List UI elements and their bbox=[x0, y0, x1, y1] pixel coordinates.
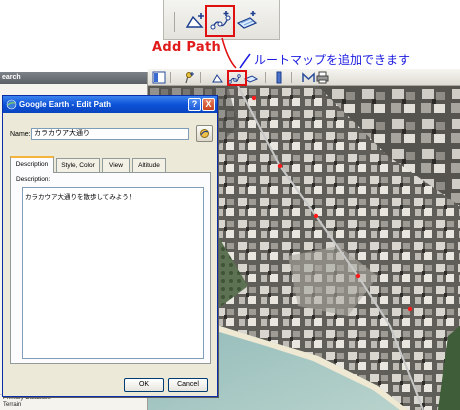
add-polygon-icon[interactable] bbox=[184, 9, 206, 33]
name-field[interactable]: カラカウア大通り bbox=[31, 128, 189, 140]
ruler-icon[interactable] bbox=[275, 71, 283, 84]
tab-view[interactable]: View bbox=[102, 158, 130, 172]
description-textarea[interactable]: カラカウア大通りを散歩してみよう！ bbox=[22, 187, 204, 359]
sidebar-toggle-icon[interactable] bbox=[152, 71, 166, 84]
path-icon-button[interactable] bbox=[196, 125, 213, 142]
dialog-titlebar[interactable]: Google Earth - Edit Path ? X bbox=[3, 96, 217, 113]
add-image-overlay-icon[interactable] bbox=[236, 9, 258, 33]
route-point[interactable] bbox=[313, 213, 319, 219]
help-button[interactable]: ? bbox=[188, 98, 201, 111]
tab-style-color[interactable]: Style, Color bbox=[56, 158, 100, 172]
main-toolbar bbox=[148, 69, 460, 86]
toolbar-separator bbox=[265, 72, 266, 83]
layer-item[interactable]: Terrain bbox=[0, 402, 147, 409]
toolbar-separator bbox=[174, 12, 175, 32]
route-point[interactable] bbox=[355, 273, 361, 279]
route-point[interactable] bbox=[407, 306, 413, 312]
print-icon[interactable] bbox=[316, 71, 329, 84]
description-label: Description: bbox=[16, 176, 51, 183]
toolbar-separator bbox=[170, 72, 171, 83]
route-map-caption: ルートマップを追加できます bbox=[254, 53, 411, 67]
path-style-icon bbox=[200, 129, 209, 138]
google-earth-icon bbox=[6, 99, 17, 110]
zoomed-path-highlight bbox=[205, 5, 235, 37]
route-point[interactable] bbox=[277, 163, 283, 169]
close-button[interactable]: X bbox=[202, 98, 215, 111]
edit-path-dialog: Google Earth - Edit Path ? X Name: カラカウア… bbox=[2, 95, 218, 397]
placemark-icon[interactable] bbox=[182, 71, 195, 84]
toolbar-path-highlight bbox=[227, 70, 247, 86]
add-path-label: Add Path bbox=[152, 40, 222, 55]
tab-altitude[interactable]: Altitude bbox=[132, 158, 166, 172]
add-polygon-icon[interactable] bbox=[212, 71, 224, 84]
name-label: Name: bbox=[10, 131, 31, 138]
dialog-title: Google Earth - Edit Path bbox=[19, 100, 112, 109]
tab-description[interactable]: Description bbox=[10, 156, 54, 173]
search-panel-header[interactable]: earch bbox=[0, 72, 147, 84]
toolbar-separator bbox=[200, 72, 201, 83]
cancel-button[interactable]: Cancel bbox=[168, 378, 208, 392]
email-icon[interactable] bbox=[302, 71, 315, 84]
ok-button[interactable]: OK bbox=[124, 378, 164, 392]
route-point[interactable] bbox=[251, 95, 257, 101]
toolbar-separator bbox=[291, 72, 292, 83]
